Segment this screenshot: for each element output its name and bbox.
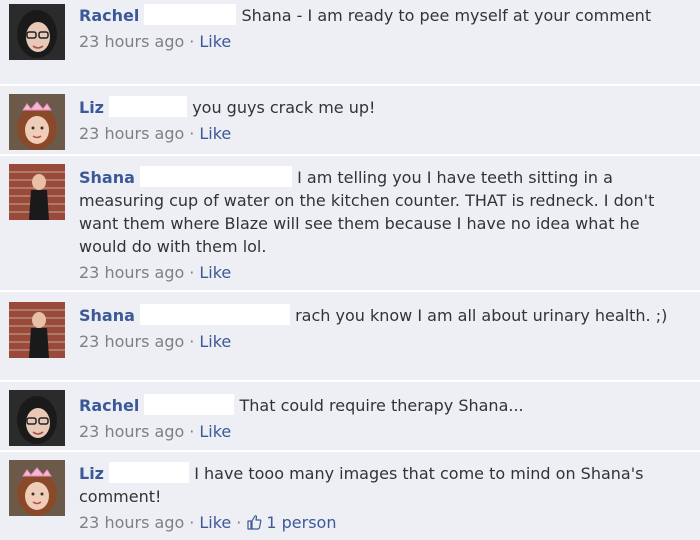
comment-meta: 23 hours ago · Like <box>79 123 689 145</box>
comment-body: Shana rach you know I am all about urina… <box>79 304 689 353</box>
redaction-block <box>140 304 290 325</box>
comment-meta: 23 hours ago · Like <box>79 31 689 53</box>
like-link[interactable]: Like <box>199 422 231 441</box>
avatar[interactable] <box>9 4 65 60</box>
woman-glasses-avatar-icon <box>9 390 65 446</box>
comment-body: Shana I am telling you I have teeth sitt… <box>79 166 689 284</box>
comment: Liz I have tooo many images that come to… <box>0 452 700 540</box>
comment-thread: Rachel Shana - I am ready to pee myself … <box>0 0 700 540</box>
woman-glasses-avatar-icon <box>9 4 65 60</box>
comment-meta: 23 hours ago · Like · 1 person <box>79 512 689 534</box>
comment-timestamp[interactable]: 23 hours ago <box>79 124 184 143</box>
comment-timestamp[interactable]: 23 hours ago <box>79 422 184 441</box>
comment-author[interactable]: Rachel <box>79 6 139 25</box>
comment-author[interactable]: Shana <box>79 306 135 325</box>
redaction-block <box>140 166 292 187</box>
comment-timestamp[interactable]: 23 hours ago <box>79 263 184 282</box>
separator-dot: · <box>189 513 195 532</box>
comment-author[interactable]: Liz <box>79 98 104 117</box>
comment-meta: 23 hours ago · Like <box>79 262 689 284</box>
redaction-block <box>144 394 235 415</box>
like-link[interactable]: Like <box>199 513 231 532</box>
comment-timestamp[interactable]: 23 hours ago <box>79 32 184 51</box>
comment: Rachel Shana - I am ready to pee myself … <box>0 0 700 86</box>
comment-text: you guys crack me up! <box>192 98 376 117</box>
comment-body: Rachel That could require therapy Shana.… <box>79 394 689 443</box>
separator-dot: · <box>189 263 195 282</box>
comment-timestamp[interactable]: 23 hours ago <box>79 332 184 351</box>
comment: Rachel That could require therapy Shana.… <box>0 382 700 452</box>
likes-count[interactable]: 1 person <box>266 513 336 532</box>
like-link[interactable]: Like <box>199 32 231 51</box>
separator-dot: · <box>189 124 195 143</box>
comment-author[interactable]: Shana <box>79 168 135 187</box>
thumbs-up-icon <box>247 515 262 530</box>
avatar[interactable] <box>9 302 65 358</box>
redaction-block <box>144 4 237 25</box>
comment-body: Rachel Shana - I am ready to pee myself … <box>79 4 689 53</box>
like-link[interactable]: Like <box>199 332 231 351</box>
comment-author[interactable]: Liz <box>79 464 104 483</box>
comment: Shana rach you know I am all about urina… <box>0 292 700 382</box>
comment: Liz you guys crack me up! 23 hours ago · L… <box>0 86 700 156</box>
redaction-block <box>109 462 190 483</box>
separator-dot: · <box>236 513 242 532</box>
redaction-block <box>109 96 188 117</box>
comment-author[interactable]: Rachel <box>79 396 139 415</box>
separator-dot: · <box>189 32 195 51</box>
separator-dot: · <box>189 332 195 351</box>
avatar[interactable] <box>9 94 65 150</box>
avatar[interactable] <box>9 164 65 220</box>
boy-brick-wall-avatar-icon <box>9 164 65 220</box>
likes-indicator[interactable]: 1 person <box>246 513 336 532</box>
comment-text: That could require therapy Shana... <box>239 396 524 415</box>
girl-tiara-avatar-icon <box>9 94 65 150</box>
separator-dot: · <box>189 422 195 441</box>
girl-tiara-avatar-icon <box>9 460 65 516</box>
avatar[interactable] <box>9 390 65 446</box>
comment-body: Liz I have tooo many images that come to… <box>79 462 689 534</box>
like-link[interactable]: Like <box>199 263 231 282</box>
comment-meta: 23 hours ago · Like <box>79 331 689 353</box>
comment-meta: 23 hours ago · Like <box>79 421 689 443</box>
avatar[interactable] <box>9 460 65 516</box>
boy-brick-wall-avatar-icon <box>9 302 65 358</box>
comment-timestamp[interactable]: 23 hours ago <box>79 513 184 532</box>
like-link[interactable]: Like <box>199 124 231 143</box>
comment-body: Liz you guys crack me up! 23 hours ago · L… <box>79 96 689 145</box>
comment-text: Shana - I am ready to pee myself at your… <box>241 6 652 25</box>
comment: Shana I am telling you I have teeth sitt… <box>0 156 700 292</box>
comment-text: rach you know I am all about urinary hea… <box>295 306 668 325</box>
